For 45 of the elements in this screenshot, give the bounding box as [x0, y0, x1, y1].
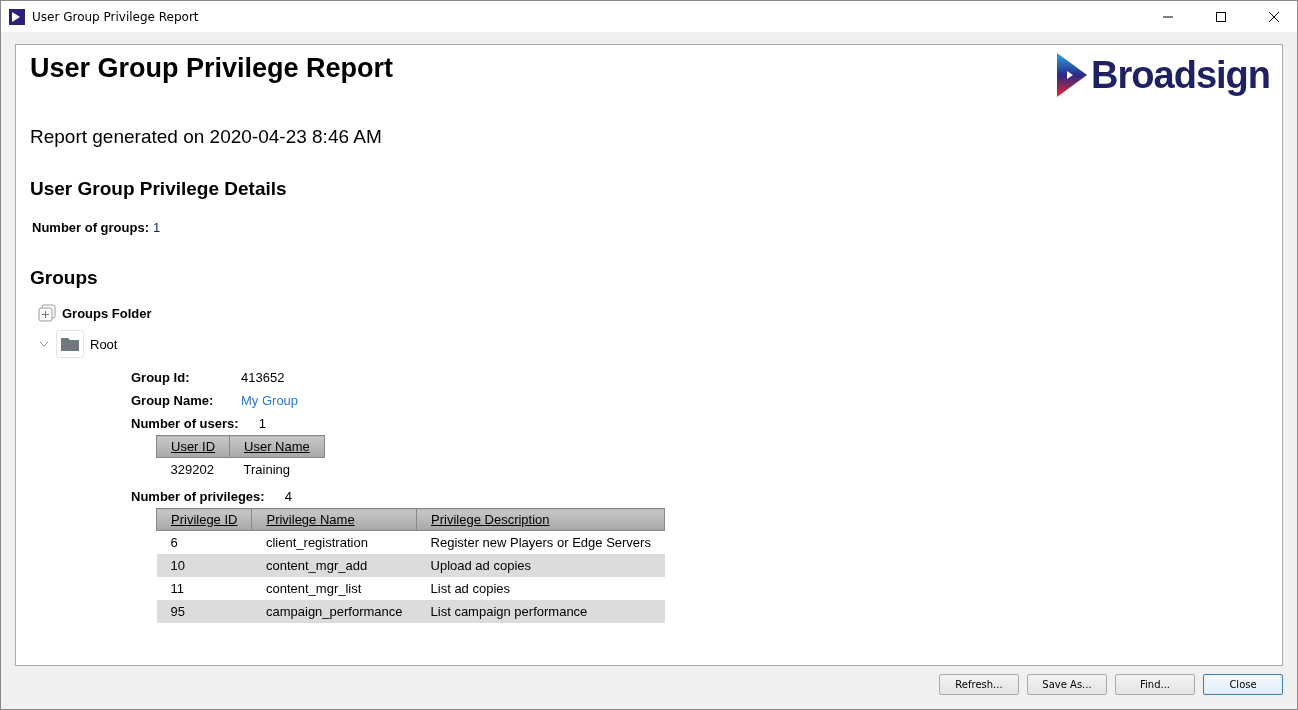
column-header[interactable]: User Name: [229, 435, 325, 458]
tree-item[interactable]: Root: [90, 336, 118, 352]
column-header[interactable]: Privilege ID: [156, 508, 252, 531]
field-value: 1: [153, 220, 161, 235]
window-title: User Group Privilege Report: [32, 9, 200, 24]
dialog-button[interactable]: Save As...: [1027, 674, 1107, 695]
folder-icon: [56, 330, 84, 358]
field-value: 1: [258, 416, 266, 431]
section-heading: Groups: [30, 267, 99, 289]
table-cell: List campaign performance: [416, 600, 665, 623]
field-label: Number of users:: [131, 416, 239, 431]
table-cell: content_mgr_add: [251, 554, 417, 577]
field-value: 4: [284, 489, 292, 504]
expand-box-icon[interactable]: [38, 304, 56, 322]
table-cell: 10: [156, 554, 252, 577]
tree-item[interactable]: Groups Folder: [62, 305, 152, 321]
field-value: 413652: [241, 370, 286, 385]
table-cell: client_registration: [251, 530, 417, 554]
app-icon: [9, 8, 25, 25]
table-cell: Training: [229, 457, 325, 481]
play-logo-icon: [1057, 53, 1088, 97]
column-header[interactable]: User ID: [156, 435, 230, 458]
field-label: Group Name:: [131, 393, 215, 408]
table-cell: 95: [156, 600, 252, 623]
column-header[interactable]: Privilege Name: [251, 508, 417, 531]
dialog-button[interactable]: Find...: [1115, 674, 1195, 695]
field-label: Number of privileges:: [131, 489, 265, 504]
section-heading: User Group Privilege Details: [30, 178, 288, 200]
table-cell: 329202: [156, 457, 230, 481]
dialog-button[interactable]: Close: [1203, 674, 1283, 695]
table-cell: 11: [156, 577, 252, 600]
table-cell: campaign_performance: [251, 600, 417, 623]
table-cell: Register new Players or Edge Servers: [416, 530, 665, 554]
report-date: Report generated on 2020-04-23 8:46 AM: [30, 126, 383, 148]
table-cell: List ad copies: [416, 577, 665, 600]
logo-text: Broadsign: [1091, 53, 1270, 97]
table-cell: Upload ad copies: [416, 554, 665, 577]
column-header[interactable]: Privilege Description: [416, 508, 665, 531]
field-label: Group Id:: [131, 370, 191, 385]
table-cell: content_mgr_list: [251, 577, 417, 600]
table-cell: 6: [156, 530, 252, 554]
group-name-link[interactable]: My Group: [241, 393, 1268, 408]
report-title: User Group Privilege Report: [30, 53, 394, 84]
dialog-button[interactable]: Refresh...: [939, 674, 1019, 695]
field-label: Number of groups:: [32, 220, 149, 235]
